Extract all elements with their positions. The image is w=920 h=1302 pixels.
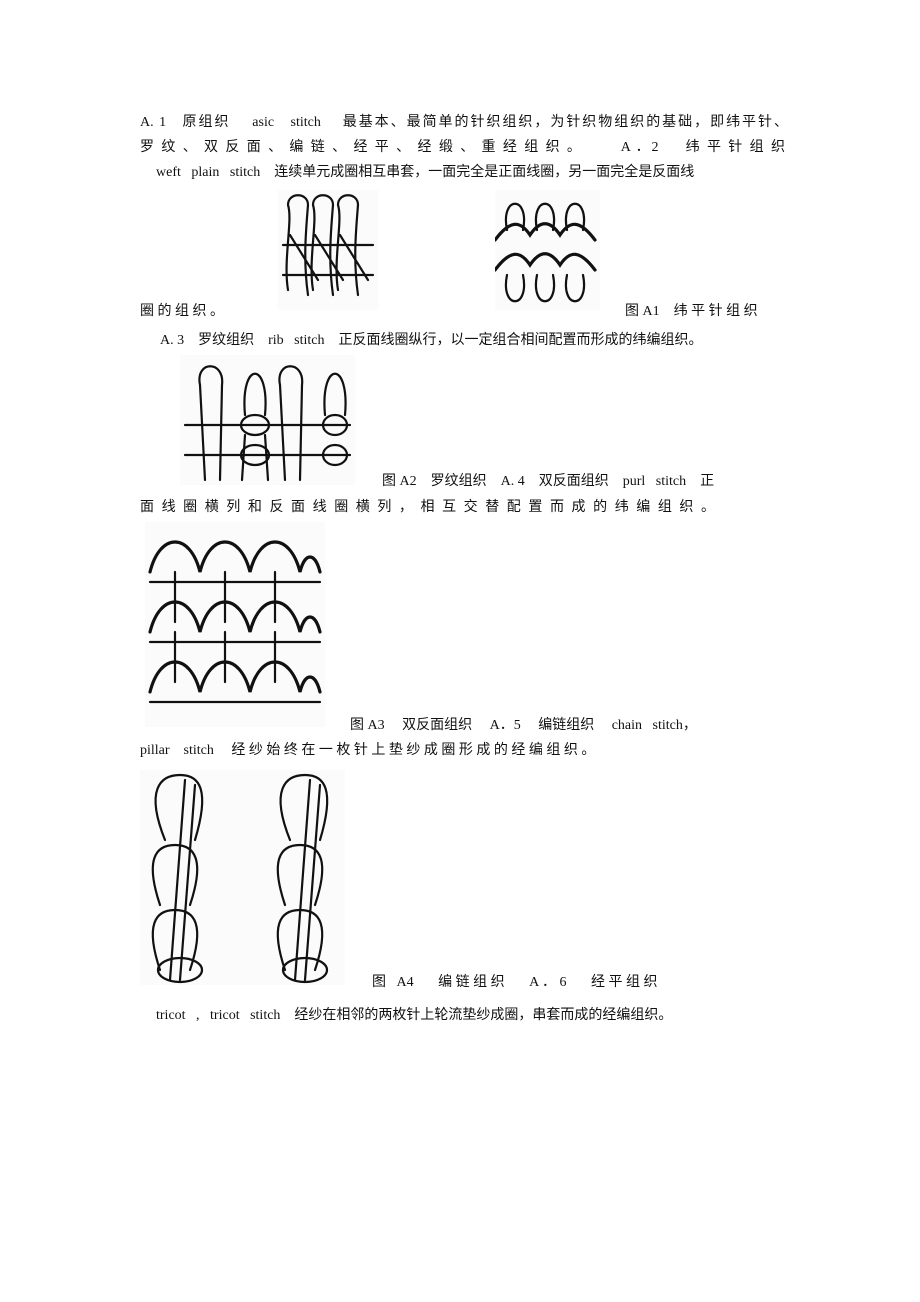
figure-a4-caption: 图 A4 编 链 组 织 A ． 6 经 平 组 织 [372,975,658,990]
text-line-4a: 圈 的 组 织 。 [140,304,224,319]
text-line-2: 罗 纹 、 双 反 面 、 编 链 、 经 平 、 经 缎 、 重 经 组 织 … [140,140,785,155]
chain-stitch-icon [151,773,329,984]
weft-plain-face-icon [281,194,375,297]
figure-a3 [145,522,325,727]
text-line-3: weft plain stitch 连续单元成圈相互串套，一面完全是正面线圈，另… [156,165,695,180]
text-line-6: 图 A2 罗纹组织 A. 4 双反面组织 purl stitch 正 [382,474,715,489]
figure-a1-face [278,190,378,310]
figure-a2 [180,355,355,485]
text-line-5: A. 3 罗纹组织 rib stitch 正反面线圈纵行，以一定组合相间配置而形… [160,333,703,348]
purl-stitch-icon [148,540,322,704]
text-line-11: tricot , tricot stitch 经纱在相邻的两枚针上轮流垫纱成圈，… [156,1008,673,1023]
text-line-9: pillar stitch 经 纱 始 终 在 一 枚 针 上 垫 纱 成 圈 … [140,743,596,758]
rib-stitch-icon [183,365,352,482]
figure-a1-back [495,190,600,310]
figure-a1-caption: 图 A1 纬 平 针 组 织 [625,304,758,319]
text-line-7: 面 线 圈 横 列 和 反 面 线 圈 横 列 ， 相 互 交 替 配 置 而 … [140,500,715,515]
text-line-8: 图 A3 双反面组织 A．5 编链组织 chain stitch， [350,718,697,733]
figure-a4 [140,770,345,985]
weft-plain-back-icon [495,202,597,303]
text-line-1: A. 1 原组织 asic stitch 最基本、最简单的针织组织，为针织物组织… [140,115,788,130]
